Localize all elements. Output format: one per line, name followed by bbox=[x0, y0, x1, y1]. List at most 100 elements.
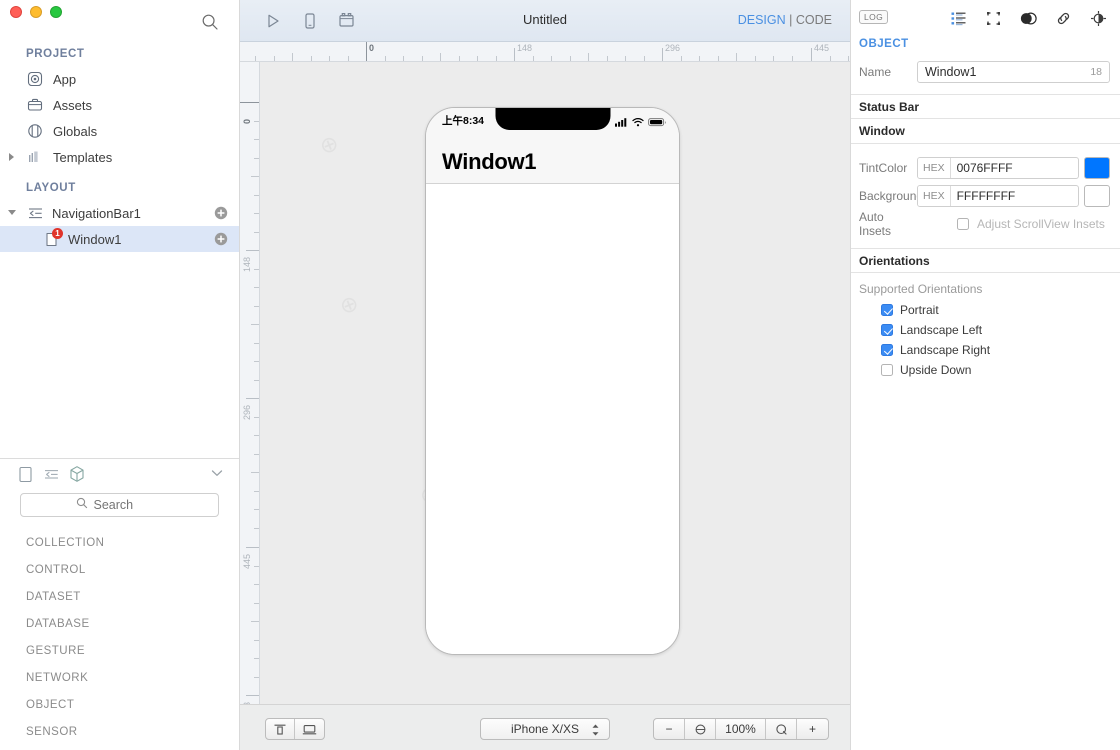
cube-icon[interactable] bbox=[64, 463, 90, 485]
sidebar-item-navigationbar1[interactable]: NavigationBar1 bbox=[0, 200, 239, 226]
sidebar-item-assets[interactable]: Assets bbox=[0, 92, 239, 118]
zoom-in-button[interactable]: + bbox=[797, 719, 828, 739]
library-category-list: COLLECTION CONTROL DATASET DATABASE GEST… bbox=[0, 525, 239, 745]
disclosure-triangle-down-icon[interactable] bbox=[8, 210, 16, 219]
background-label: Background bbox=[859, 189, 924, 203]
add-child-button[interactable] bbox=[214, 232, 228, 246]
device-selector[interactable]: iPhone X/XS bbox=[480, 718, 610, 740]
chevron-down-icon[interactable] bbox=[209, 465, 225, 486]
device-preview[interactable]: 上午8:34 Window1 bbox=[425, 107, 680, 655]
library-item-dataset[interactable]: DATASET bbox=[0, 583, 239, 610]
name-input[interactable] bbox=[925, 65, 1091, 79]
canvas-toolbar: Untitled DESIGN | CODE bbox=[240, 0, 850, 42]
orientation-row-portrait[interactable]: Portrait bbox=[851, 300, 1120, 320]
actual-size-icon[interactable] bbox=[766, 719, 797, 739]
wifi-icon bbox=[632, 114, 644, 132]
background-field[interactable]: HEX bbox=[917, 185, 1079, 207]
stepper-icon[interactable] bbox=[590, 723, 601, 737]
library-item-database[interactable]: DATABASE bbox=[0, 610, 239, 637]
background-swatch[interactable] bbox=[1084, 185, 1110, 207]
phone-navigation-bar: Window1 bbox=[426, 134, 679, 184]
tintcolor-field[interactable]: HEX bbox=[917, 157, 1079, 179]
library-item-collection[interactable]: COLLECTION bbox=[0, 529, 239, 556]
orientation-checkbox-landscape-left[interactable] bbox=[881, 324, 893, 336]
close-window-button[interactable] bbox=[10, 6, 22, 18]
library-item-sensor[interactable]: SENSOR bbox=[0, 718, 239, 745]
group-header-status-bar[interactable]: Status Bar bbox=[851, 94, 1120, 119]
canvas-area-container: Untitled DESIGN | CODE -1480148296445593… bbox=[240, 0, 850, 750]
orientation-row-landscape-left[interactable]: Landscape Left bbox=[851, 320, 1120, 340]
auto-insets-checkbox[interactable] bbox=[957, 218, 969, 230]
zoom-value[interactable]: 100% bbox=[716, 719, 766, 739]
sidebar-item-app[interactable]: App bbox=[0, 66, 239, 92]
horizontal-ruler[interactable]: -1480148296445593 bbox=[240, 42, 850, 62]
view-icon[interactable] bbox=[12, 463, 38, 485]
status-bar-indicators bbox=[615, 114, 667, 132]
zoom-controls: − 100% + bbox=[653, 718, 829, 740]
phone-notch bbox=[495, 108, 610, 130]
name-field[interactable]: 18 bbox=[917, 61, 1110, 83]
window-titlebar bbox=[0, 0, 239, 42]
hex-tag: HEX bbox=[918, 186, 951, 206]
sidebar-item-templates[interactable]: Templates bbox=[0, 144, 239, 170]
supported-orientations-label: Supported Orientations bbox=[859, 282, 983, 296]
section-header-layout: LAYOUT bbox=[26, 182, 76, 194]
attributes-icon[interactable] bbox=[949, 9, 968, 28]
tintcolor-input[interactable] bbox=[950, 161, 1078, 175]
cellular-icon bbox=[615, 114, 628, 132]
auto-insets-text: Adjust ScrollView Insets bbox=[977, 217, 1105, 231]
maximize-window-button[interactable] bbox=[50, 6, 62, 18]
orientation-label: Upside Down bbox=[900, 363, 972, 377]
library-panel: COLLECTION CONTROL DATASET DATABASE GEST… bbox=[0, 458, 239, 750]
auto-insets-row: Auto Insets Adjust ScrollView Insets bbox=[851, 210, 1120, 238]
library-item-control[interactable]: CONTROL bbox=[0, 556, 239, 583]
sidebar-item-window1[interactable]: 1 Window1 bbox=[0, 226, 239, 252]
log-button[interactable]: LOG bbox=[859, 10, 889, 24]
tab-design[interactable]: DESIGN bbox=[738, 13, 786, 27]
fit-icon[interactable] bbox=[685, 719, 716, 739]
section-header-project: PROJECT bbox=[26, 48, 85, 60]
orientation-row-upside-down[interactable]: Upside Down bbox=[851, 360, 1120, 380]
orientation-row-landscape-right[interactable]: Landscape Right bbox=[851, 340, 1120, 360]
sidebar-item-label: Assets bbox=[53, 97, 93, 113]
orientation-label: Landscape Right bbox=[900, 343, 991, 357]
group-header-window[interactable]: Window bbox=[851, 119, 1120, 144]
list-icon[interactable] bbox=[38, 463, 64, 485]
tab-code[interactable]: CODE bbox=[796, 13, 832, 27]
appearance-icon[interactable] bbox=[1019, 9, 1038, 28]
search-icon[interactable] bbox=[201, 13, 219, 31]
tintcolor-label: TintColor bbox=[859, 161, 908, 175]
search-box[interactable] bbox=[20, 493, 219, 517]
traffic-lights bbox=[10, 6, 62, 18]
status-bar-time: 上午8:34 bbox=[442, 115, 485, 127]
design-canvas[interactable]: ⊕ ⊕ ⊕ ⊕ 上午8:34 bbox=[260, 62, 850, 704]
inspector-toolbar: LOG bbox=[851, 0, 1120, 36]
zoom-out-button[interactable]: − bbox=[654, 719, 685, 739]
layout-icon[interactable] bbox=[984, 9, 1003, 28]
effects-icon[interactable] bbox=[1089, 9, 1108, 28]
library-item-object[interactable]: OBJECT bbox=[0, 691, 239, 718]
orientation-checkbox-upside-down[interactable] bbox=[881, 364, 893, 376]
library-item-network[interactable]: NETWORK bbox=[0, 664, 239, 691]
orientation-checkbox-landscape-right[interactable] bbox=[881, 344, 893, 356]
phone-content-area[interactable] bbox=[426, 184, 679, 654]
preview-icon[interactable] bbox=[295, 719, 324, 739]
align-icon[interactable] bbox=[266, 719, 295, 739]
minimize-window-button[interactable] bbox=[30, 6, 42, 18]
briefcase-icon bbox=[26, 96, 44, 114]
orientation-checkbox-portrait[interactable] bbox=[881, 304, 893, 316]
inspector-tabs bbox=[949, 9, 1108, 28]
disclosure-triangle-right-icon[interactable] bbox=[9, 153, 14, 161]
library-item-gesture[interactable]: GESTURE bbox=[0, 637, 239, 664]
tintcolor-swatch[interactable] bbox=[1084, 157, 1110, 179]
sidebar-item-label: App bbox=[53, 71, 77, 87]
vertical-ruler[interactable]: 0148296445593741 bbox=[240, 62, 260, 704]
background-input[interactable] bbox=[950, 189, 1078, 203]
sidebar-item-label: Templates bbox=[53, 149, 113, 165]
group-header-orientations[interactable]: Orientations bbox=[851, 248, 1120, 273]
add-child-button[interactable] bbox=[214, 206, 228, 220]
connections-icon[interactable] bbox=[1054, 9, 1073, 28]
sidebar-item-globals[interactable]: Globals bbox=[0, 118, 239, 144]
search-input[interactable] bbox=[93, 498, 164, 512]
phone-nav-title: Window1 bbox=[442, 149, 537, 174]
